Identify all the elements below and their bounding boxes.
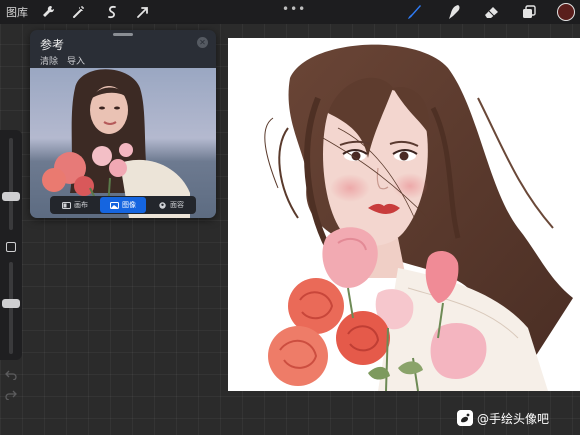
canvas-icon xyxy=(62,201,71,209)
reference-panel[interactable]: 参考 ✕ 清除 导入 画布 图像 面容 xyxy=(30,30,216,218)
brush-opacity-thumb[interactable] xyxy=(2,299,20,309)
watermark-text: @手绘头像吧 xyxy=(477,411,550,426)
undo-icon[interactable] xyxy=(5,368,17,380)
brush-size-slider[interactable] xyxy=(9,138,13,230)
eraser-icon[interactable] xyxy=(483,3,501,21)
weibo-logo-icon xyxy=(457,410,473,426)
import-button[interactable]: 导入 xyxy=(67,54,85,67)
image-icon xyxy=(110,201,119,209)
redo-icon[interactable] xyxy=(5,388,17,400)
reference-mode-tabs: 画布 图像 面容 xyxy=(50,196,196,214)
more-menu[interactable]: ••• xyxy=(282,2,306,16)
left-sidebar xyxy=(0,130,22,400)
portrait-artwork xyxy=(264,44,573,391)
brush-icon[interactable] xyxy=(405,3,423,21)
close-icon[interactable]: ✕ xyxy=(197,37,208,48)
tab-canvas[interactable]: 画布 xyxy=(52,197,98,213)
panel-drag-handle[interactable] xyxy=(113,33,133,36)
selection-icon[interactable] xyxy=(104,4,120,20)
transform-arrow-icon[interactable] xyxy=(135,4,151,20)
brush-size-thumb[interactable] xyxy=(2,191,20,201)
top-toolbar: 图库 ••• xyxy=(0,0,580,24)
magic-wand-icon[interactable] xyxy=(71,4,87,20)
panel-title: 参考 xyxy=(40,38,65,52)
drawing-canvas[interactable] xyxy=(228,38,580,391)
watermark: @手绘头像吧 xyxy=(457,408,549,428)
face-icon xyxy=(159,201,166,209)
layers-icon[interactable] xyxy=(520,3,538,21)
tab-image[interactable]: 图像 xyxy=(100,197,146,213)
smudge-icon[interactable] xyxy=(445,3,463,21)
color-picker-button[interactable] xyxy=(557,3,575,21)
wrench-icon[interactable] xyxy=(40,4,56,20)
modify-button[interactable] xyxy=(6,242,16,252)
tab-face[interactable]: 面容 xyxy=(148,197,194,213)
clear-button[interactable]: 清除 xyxy=(40,54,58,67)
gallery-button[interactable]: 图库 xyxy=(6,4,28,20)
